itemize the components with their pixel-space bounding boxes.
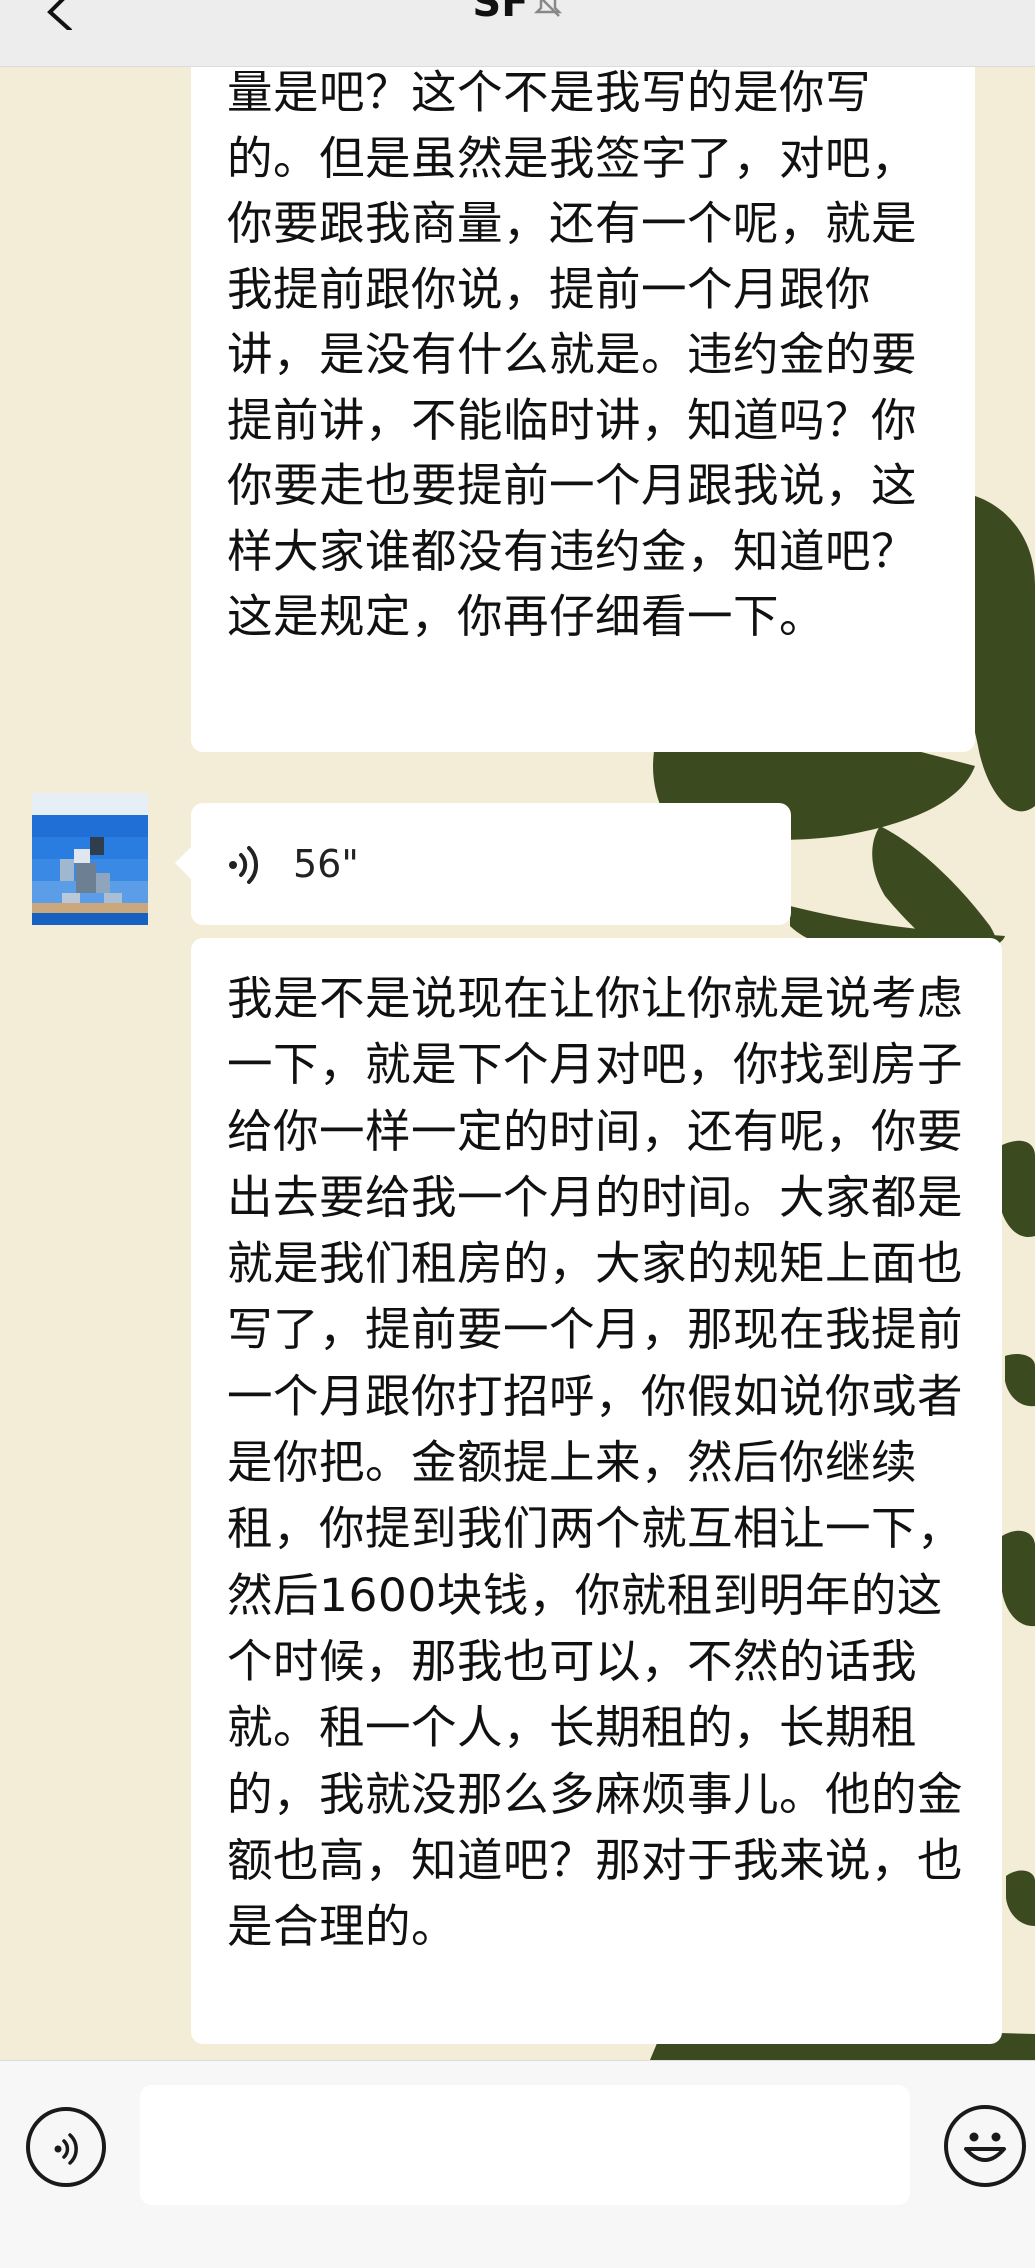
input-bar [0, 2060, 1035, 2268]
message-text-3: 我是不是说现在让你让你就是说考虑一下，就是下个月对吧，你找到房子给你一样一定的时… [227, 972, 964, 1954]
voice-message-bubble[interactable]: 56" [175, 803, 791, 925]
voice-duration: 56" [293, 842, 359, 886]
message-input[interactable] [140, 2085, 910, 2205]
contact-avatar[interactable] [32, 793, 148, 925]
chat-title-text: SF [472, 0, 529, 26]
voice-input-button[interactable] [26, 2107, 106, 2187]
emoji-icon [964, 2132, 1006, 2162]
message-bubble-3[interactable]: 我是不是说现在让你让你就是说考虑一下，就是下个月对吧，你找到房子给你一样一定的时… [191, 938, 1002, 2044]
nav-bar: SF [0, 0, 1035, 67]
chat-title: SF [0, 0, 1035, 28]
message-bubble-1[interactable]: 量是吧？这个不是我写的是你写的。但是虽然是我签字了，对吧，你要跟我商量，还有一个… [191, 50, 975, 752]
voice-input-icon [54, 2133, 78, 2165]
voice-wave-icon [229, 846, 259, 884]
message-text-1: 量是吧？这个不是我写的是你写的。但是虽然是我签字了，对吧，你要跟我商量，还有一个… [227, 66, 918, 643]
pixelated-avatar-image [32, 793, 148, 925]
emoji-button[interactable] [944, 2105, 1026, 2187]
bell-slash-icon [533, 0, 562, 17]
